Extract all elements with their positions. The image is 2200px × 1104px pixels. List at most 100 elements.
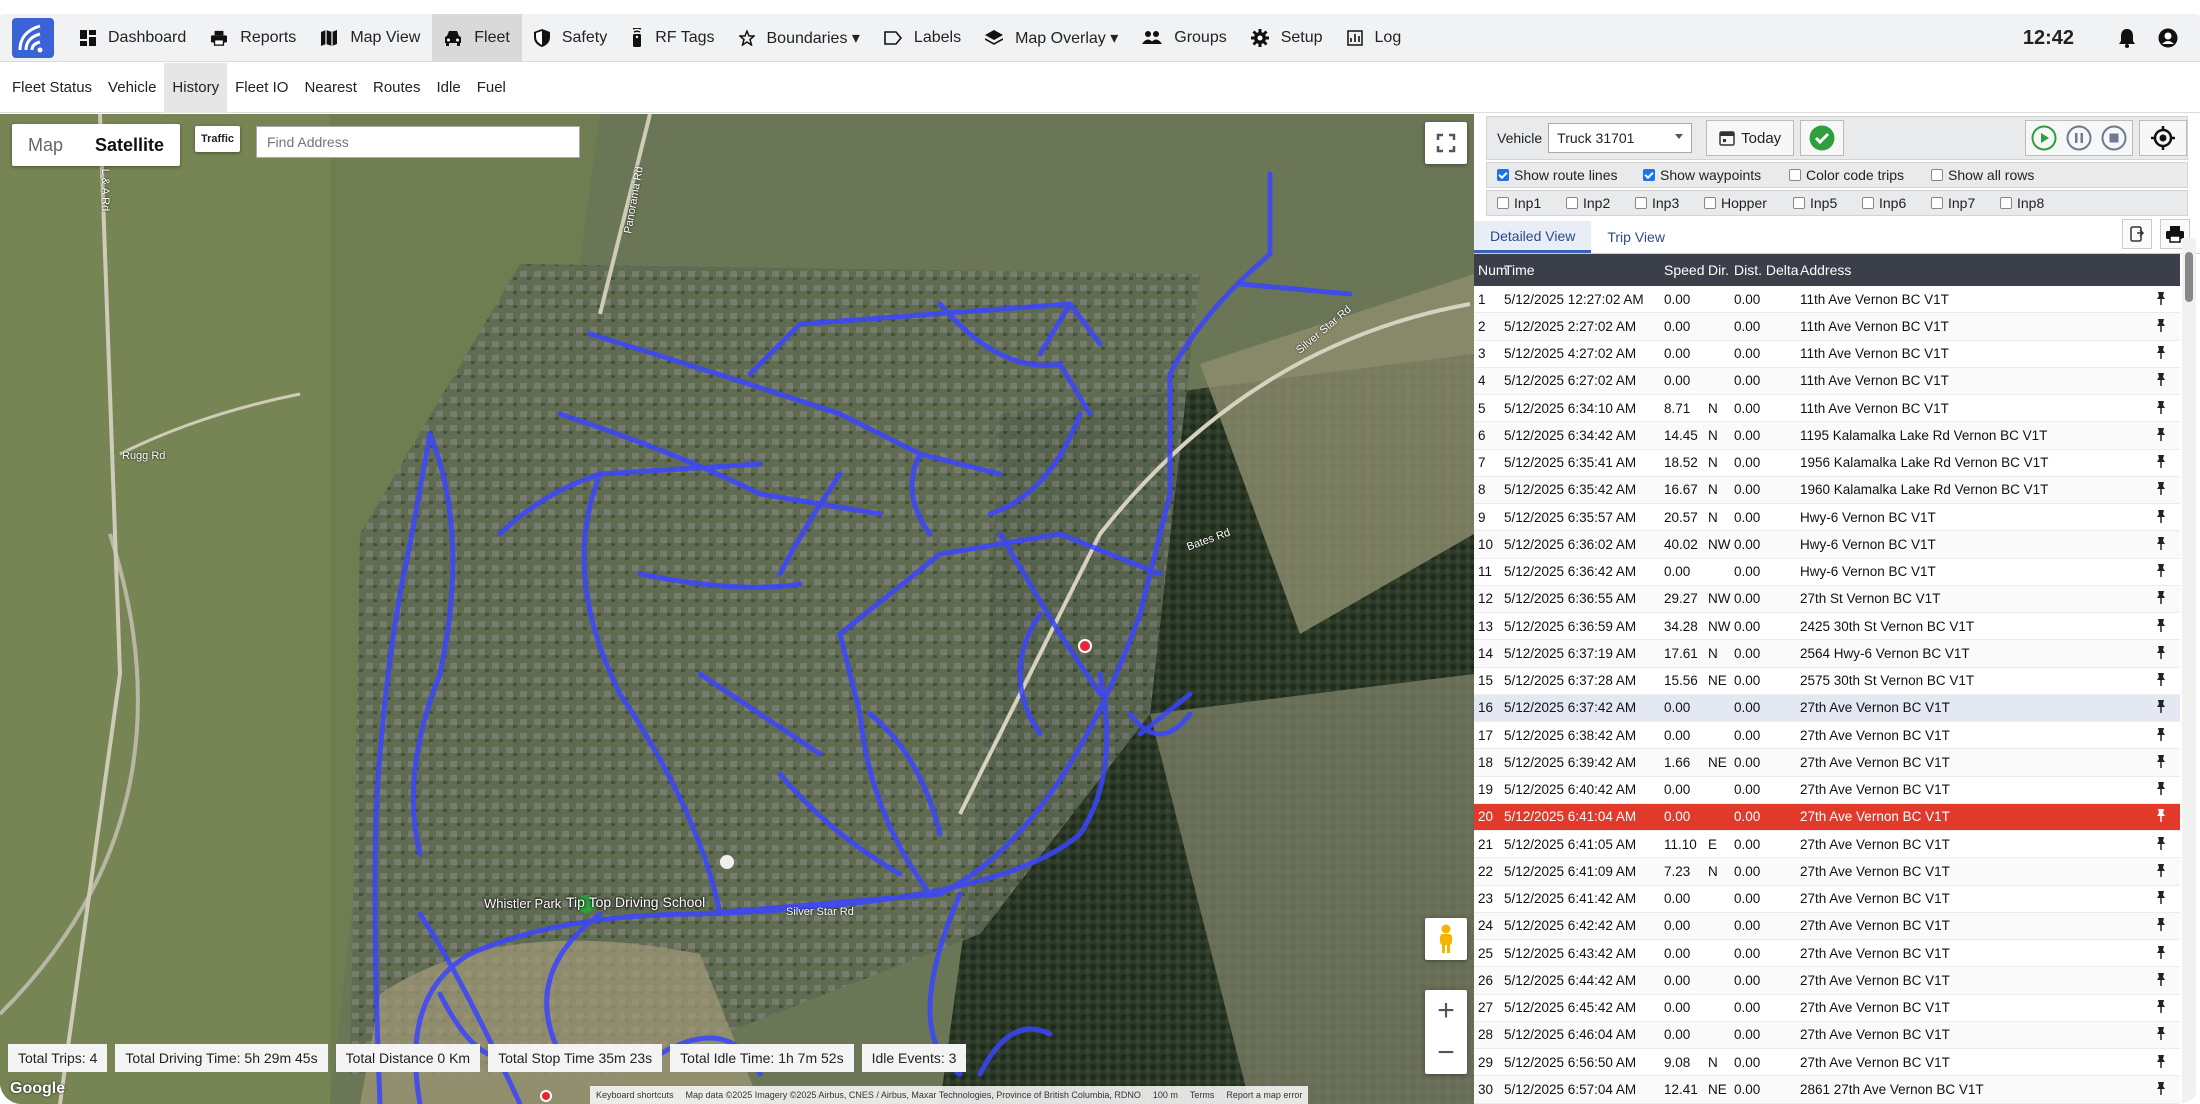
- checkbox[interactable]: [1643, 169, 1655, 181]
- today-button[interactable]: Today: [1706, 120, 1795, 156]
- col-speed[interactable]: Speed: [1664, 262, 1708, 278]
- col-dist-delta[interactable]: Dist. Delta: [1732, 262, 1800, 278]
- user-icon[interactable]: [2158, 28, 2178, 48]
- pin-icon[interactable]: [2146, 917, 2176, 934]
- pin-icon[interactable]: [2146, 481, 2176, 498]
- pin-icon[interactable]: [2146, 318, 2176, 335]
- nav-boundaries[interactable]: Boundaries ▾: [727, 14, 872, 62]
- pin-icon[interactable]: [2146, 291, 2176, 308]
- vehicle-select[interactable]: Truck 31701: [1548, 123, 1693, 153]
- pin-icon[interactable]: [2146, 699, 2176, 716]
- checkbox[interactable]: [1931, 197, 1943, 209]
- fullscreen-button[interactable]: [1425, 122, 1467, 164]
- nav-groups[interactable]: Groups: [1130, 14, 1238, 62]
- nav-dashboard[interactable]: Dashboard: [68, 14, 198, 62]
- table-row[interactable]: 24 5/12/2025 6:42:42 AM 0.00 0.00 27th Ave V…: [1474, 912, 2180, 940]
- nav-safety[interactable]: Safety: [522, 14, 619, 62]
- checkbox[interactable]: [1566, 197, 1578, 209]
- option-inp8[interactable]: Inp8: [2000, 195, 2059, 211]
- locate-button[interactable]: [2139, 120, 2187, 156]
- table-row[interactable]: 1 5/12/2025 12:27:02 AM 0.00 0.00 11th Ave V…: [1474, 286, 2180, 314]
- pin-icon[interactable]: [2146, 509, 2176, 526]
- checkbox[interactable]: [1793, 197, 1805, 209]
- subnav-fleet-status[interactable]: Fleet Status: [4, 63, 100, 113]
- find-address-input[interactable]: [256, 126, 580, 158]
- table-row[interactable]: 18 5/12/2025 6:39:42 AM 1.66 NE 0.00 27th Ave…: [1474, 749, 2180, 777]
- pin-icon[interactable]: [2146, 563, 2176, 580]
- pin-icon[interactable]: [2146, 808, 2176, 825]
- pin-icon[interactable]: [2146, 1026, 2176, 1043]
- table-row[interactable]: 9 5/12/2025 6:35:57 AM 20.57 N 0.00 Hwy-6 Ver…: [1474, 504, 2180, 532]
- pin-icon[interactable]: [2146, 536, 2176, 553]
- checkbox[interactable]: [2000, 197, 2012, 209]
- traffic-button[interactable]: Traffic: [195, 126, 241, 152]
- col-time[interactable]: Time: [1504, 262, 1664, 278]
- nav-reports[interactable]: Reports: [198, 14, 308, 62]
- table-row[interactable]: 2 5/12/2025 2:27:02 AM 0.00 0.00 11th Ave Ve…: [1474, 313, 2180, 341]
- table-row[interactable]: 27 5/12/2025 6:45:42 AM 0.00 0.00 27th Ave V…: [1474, 995, 2180, 1022]
- pin-icon[interactable]: [2146, 972, 2176, 989]
- pause-icon[interactable]: [2066, 125, 2092, 151]
- table-row[interactable]: 15 5/12/2025 6:37:28 AM 15.56 NE 0.00 2575 30…: [1474, 668, 2180, 695]
- option-inp3[interactable]: Inp3: [1635, 195, 1694, 211]
- option-inp2[interactable]: Inp2: [1566, 195, 1625, 211]
- nav-fleet[interactable]: Fleet: [432, 13, 522, 62]
- option-hopper[interactable]: Hopper: [1704, 195, 1783, 211]
- map-type-satellite[interactable]: Satellite: [79, 124, 180, 166]
- pin-icon[interactable]: [2146, 999, 2176, 1016]
- table-row[interactable]: 28 5/12/2025 6:46:04 AM 0.00 0.00 27th Ave V…: [1474, 1021, 2180, 1049]
- table-row[interactable]: 26 5/12/2025 6:44:42 AM 0.00 0.00 27th Ave V…: [1474, 967, 2180, 995]
- option-show-waypoints[interactable]: Show waypoints: [1643, 167, 1779, 183]
- table-row[interactable]: 10 5/12/2025 6:36:02 AM 40.02 NW 0.00 Hwy-6 V…: [1474, 531, 2180, 559]
- pin-icon[interactable]: [2146, 672, 2176, 689]
- subnav-routes[interactable]: Routes: [365, 63, 429, 113]
- table-row[interactable]: 4 5/12/2025 6:27:02 AM 0.00 0.00 11th Ave Ve…: [1474, 367, 2180, 395]
- table-row[interactable]: 20 5/12/2025 6:41:04 AM 0.00 0.00 27th Ave V…: [1474, 803, 2180, 831]
- option-inp1[interactable]: Inp1: [1497, 195, 1556, 211]
- keyboard-shortcuts-link[interactable]: Keyboard shortcuts: [596, 1090, 674, 1100]
- pin-icon[interactable]: [2146, 836, 2176, 853]
- pin-icon[interactable]: [2146, 372, 2176, 389]
- nav-rf-tags[interactable]: RF Tags: [619, 14, 726, 62]
- checkbox[interactable]: [1862, 197, 1874, 209]
- table-row[interactable]: 30 5/12/2025 6:57:04 AM 12.41 NE 0.00 2861 27…: [1474, 1076, 2180, 1104]
- col-num[interactable]: Num: [1474, 262, 1508, 278]
- scrollbar-thumb[interactable]: [2185, 252, 2193, 302]
- checkbox[interactable]: [1497, 169, 1509, 181]
- option-show-route-lines[interactable]: Show route lines: [1497, 167, 1633, 183]
- pin-icon[interactable]: [2146, 590, 2176, 607]
- app-logo[interactable]: [12, 17, 54, 58]
- report-error-link[interactable]: Report a map error: [1226, 1090, 1302, 1100]
- play-icon[interactable]: [2031, 125, 2057, 151]
- nav-labels[interactable]: Labels: [872, 14, 973, 62]
- map-type-map[interactable]: Map: [12, 124, 79, 166]
- table-row[interactable]: 5 5/12/2025 6:34:10 AM 8.71 N 0.00 11th Ave V…: [1474, 395, 2180, 423]
- table-row[interactable]: 11 5/12/2025 6:36:42 AM 0.00 0.00 Hwy-6 Vern…: [1474, 559, 2180, 586]
- table-row[interactable]: 25 5/12/2025 6:43:42 AM 0.00 0.00 27th Ave V…: [1474, 940, 2180, 968]
- table-row[interactable]: 22 5/12/2025 6:41:09 AM 7.23 N 0.00 27th Ave …: [1474, 858, 2180, 886]
- subnav-nearest[interactable]: Nearest: [296, 63, 365, 113]
- pin-icon[interactable]: [2146, 645, 2176, 662]
- table-row[interactable]: 12 5/12/2025 6:36:55 AM 29.27 NW 0.00 27th St…: [1474, 585, 2180, 613]
- subnav-vehicle[interactable]: Vehicle: [100, 63, 164, 113]
- pin-icon[interactable]: [2146, 781, 2176, 798]
- table-row[interactable]: 8 5/12/2025 6:35:42 AM 16.67 N 0.00 1960 Kala…: [1474, 476, 2180, 504]
- checkbox[interactable]: [1931, 169, 1943, 181]
- table-row[interactable]: 23 5/12/2025 6:41:42 AM 0.00 0.00 27th Ave V…: [1474, 886, 2180, 913]
- table-row[interactable]: 7 5/12/2025 6:35:41 AM 18.52 N 0.00 1956 Kala…: [1474, 450, 2180, 477]
- tab-detailed-view[interactable]: Detailed View: [1474, 221, 1592, 253]
- table-row[interactable]: 17 5/12/2025 6:38:42 AM 0.00 0.00 27th Ave V…: [1474, 722, 2180, 750]
- pin-icon[interactable]: [2146, 427, 2176, 444]
- pin-icon[interactable]: [2146, 618, 2176, 635]
- nav-map-overlay[interactable]: Map Overlay ▾: [973, 14, 1130, 62]
- table-row[interactable]: 16 5/12/2025 6:37:42 AM 0.00 0.00 27th Ave V…: [1474, 694, 2180, 722]
- option-inp5[interactable]: Inp5: [1793, 195, 1852, 211]
- checkbox[interactable]: [1704, 197, 1716, 209]
- pin-icon[interactable]: [2146, 454, 2176, 471]
- nav-log[interactable]: Log: [1335, 14, 1414, 62]
- col-address[interactable]: Address: [1800, 262, 2146, 278]
- table-row[interactable]: 29 5/12/2025 6:56:50 AM 9.08 N 0.00 27th Ave …: [1474, 1049, 2180, 1077]
- option-inp6[interactable]: Inp6: [1862, 195, 1921, 211]
- checkbox[interactable]: [1635, 197, 1647, 209]
- pin-icon[interactable]: [2146, 863, 2176, 880]
